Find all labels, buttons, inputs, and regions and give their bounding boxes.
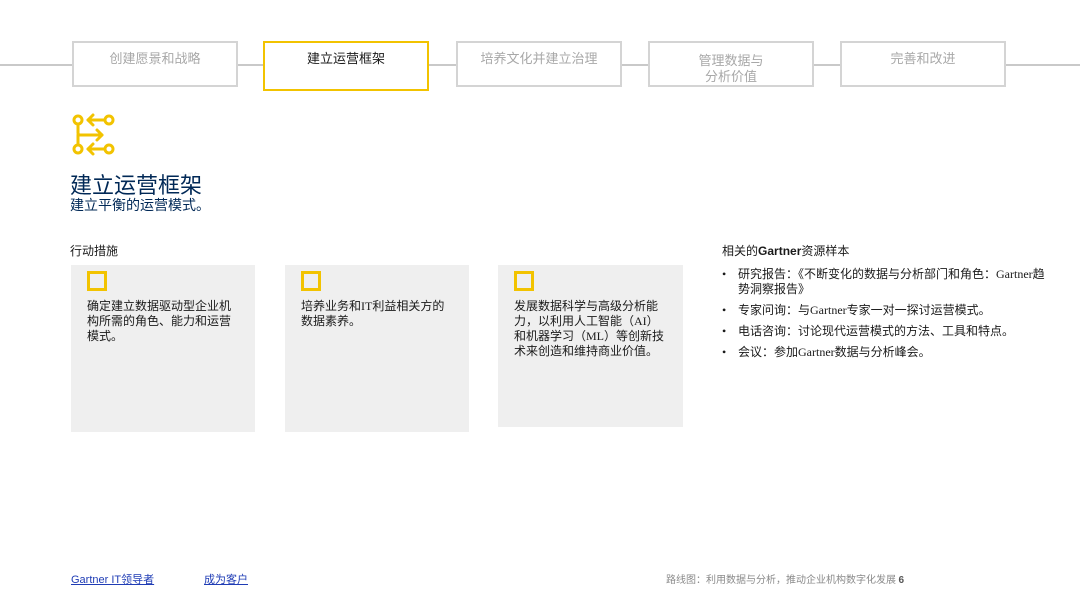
footer-link-become-client[interactable]: 成为客户 xyxy=(204,571,248,587)
actions-label: 行动措施 xyxy=(70,244,119,258)
checkbox-icon[interactable] xyxy=(514,271,534,291)
step-refine-improve[interactable]: 完善和改进 xyxy=(840,41,1006,87)
step-manage-value[interactable]: 管理数据与 分析价值 xyxy=(648,41,814,87)
action-card: 确定建立数据驱动型企业机构所需的角色、能力和运营模式。 xyxy=(71,265,255,432)
step-culture-governance[interactable]: 培养文化并建立治理 xyxy=(456,41,622,87)
page-subtitle: 建立平衡的运营模式。 xyxy=(70,199,210,214)
bullet-icon: • xyxy=(722,345,727,359)
footer-link-it-leaders[interactable]: Gartner IT领导者 xyxy=(71,571,154,587)
resource-item[interactable]: • 电话咨询：讨论现代运营模式的方法、工具和特点。 xyxy=(722,324,1052,339)
resources-list: • 研究报告：《不断变化的数据与分析部门和角色：Gartner趋势洞察报告》 • 专… xyxy=(722,267,1052,366)
resource-item[interactable]: • 专家问询：与Gartner专家一对一探讨运营模式。 xyxy=(722,303,1052,318)
checkbox-icon[interactable] xyxy=(87,271,107,291)
resources-label: 相关的Gartner资源样本 xyxy=(722,244,850,258)
footer-note: 路线图：利用数据与分析，推动企业机构数字化发展 6 xyxy=(666,575,905,586)
bullet-icon: • xyxy=(722,303,727,317)
action-card: 发展数据科学与高级分析能力，以利用人工智能（AI）和机器学习（ML）等创新技术来… xyxy=(498,265,683,427)
bullet-icon: • xyxy=(722,267,727,281)
step-vision-strategy[interactable]: 创建愿景和战略 xyxy=(72,41,238,87)
bullet-icon: • xyxy=(722,324,727,338)
action-card-text: 培养业务和IT利益相关方的数据素养。 xyxy=(301,299,445,328)
action-card: 培养业务和IT利益相关方的数据素养。 xyxy=(285,265,469,432)
action-card-text: 确定建立数据驱动型企业机构所需的角色、能力和运营模式。 xyxy=(87,299,232,343)
page-number: 6 xyxy=(898,575,905,586)
resource-item[interactable]: • 会议：参加Gartner数据与分析峰会。 xyxy=(722,345,1052,360)
step-operating-framework[interactable]: 建立运营框架 xyxy=(263,41,429,91)
resource-item[interactable]: • 研究报告：《不断变化的数据与分析部门和角色：Gartner趋势洞察报告》 xyxy=(722,267,1052,297)
checkbox-icon[interactable] xyxy=(301,271,321,291)
action-card-text: 发展数据科学与高级分析能力，以利用人工智能（AI）和机器学习（ML）等创新技术来… xyxy=(514,299,665,358)
workflow-arrows-icon xyxy=(72,113,115,156)
